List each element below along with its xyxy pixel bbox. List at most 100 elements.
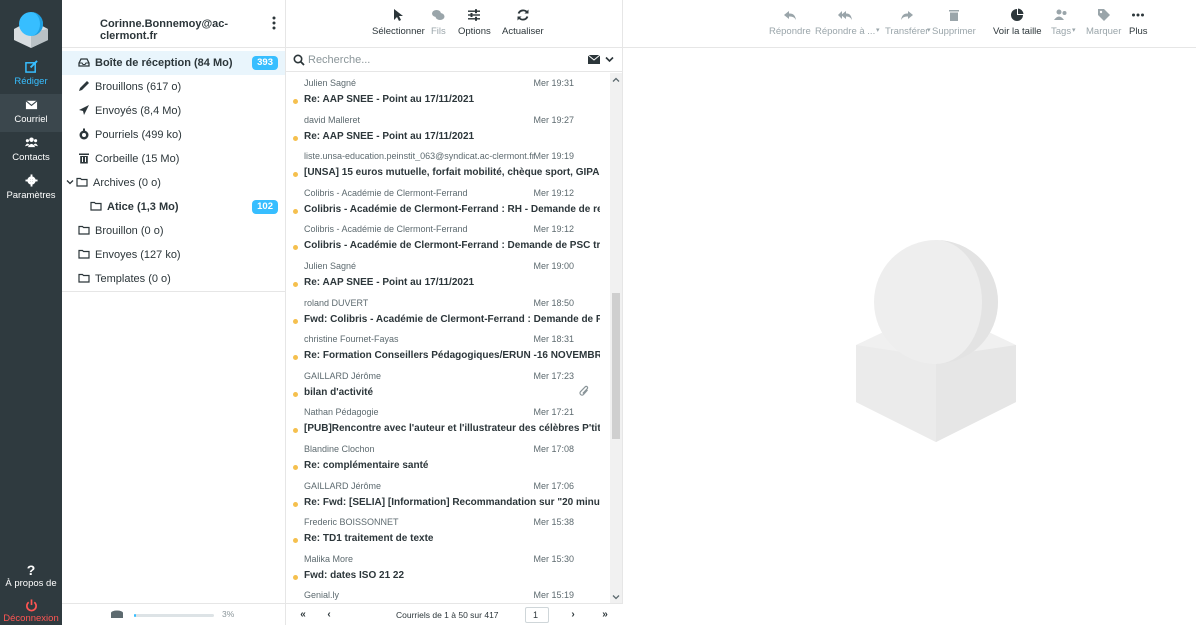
message-sender: Nathan Pédagogie <box>304 407 379 418</box>
folder-label: Boîte de réception (84 Mo) <box>95 57 233 69</box>
roundcube-watermark-icon <box>856 240 1016 442</box>
message-sender: Colibris - Académie de Clermont-Ferrand <box>304 187 468 198</box>
first-page-button[interactable]: « <box>296 609 310 621</box>
mail-button[interactable]: Courriel <box>0 94 62 132</box>
message-row[interactable]: christine Fournet-Fayas Mer 18:31 Re: Form… <box>286 329 610 366</box>
kebab-menu-icon[interactable] <box>271 16 277 30</box>
folder-label: Corbeille (15 Mo) <box>95 153 180 165</box>
spam-icon <box>79 128 89 140</box>
mark-label: Marquer <box>1086 26 1122 37</box>
message-row[interactable]: GAILLARD Jérôme Mer 17:06 Re: Fwd: [SELIA]… <box>286 476 610 513</box>
message-date: Mer 17:08 <box>533 443 574 454</box>
compose-button[interactable]: Rédiger <box>0 56 62 94</box>
folder-brouillon[interactable]: Brouillon (0 o) <box>62 219 285 243</box>
pencil-icon <box>79 81 89 91</box>
next-page-button[interactable]: › <box>566 609 580 621</box>
folder-envoyes[interactable]: Envoyes (127 ko) <box>62 243 285 267</box>
message-date: Mer 15:19 <box>533 590 574 601</box>
message-row[interactable]: liste.unsa-education.peinstit_063@syndic… <box>286 146 610 183</box>
options-label: Options <box>458 26 491 37</box>
logout-button[interactable]: Déconnexion <box>0 598 62 625</box>
scroll-up-icon[interactable] <box>612 76 620 84</box>
message-date: Mer 17:23 <box>533 370 574 381</box>
select-button[interactable]: Sélectionner <box>372 4 425 37</box>
storage-icon <box>111 610 123 618</box>
view-size-label: Voir la taille <box>993 26 1042 37</box>
folder-spam[interactable]: Pourriels (499 ko) <box>62 123 285 147</box>
folder-drafts[interactable]: Brouillons (617 o) <box>62 75 285 99</box>
cursor-icon <box>394 9 404 21</box>
message-row[interactable]: Malika More Mer 15:30 Fwd: dates ISO 21 22 <box>286 549 610 586</box>
reply-all-dropdown-icon[interactable]: ▾ <box>876 26 880 34</box>
contacts-button[interactable]: Contacts <box>0 132 62 170</box>
reply-button[interactable]: Répondre <box>769 4 811 37</box>
search-bar <box>286 48 622 72</box>
users-icon <box>24 137 38 148</box>
forward-button[interactable]: Transférer <box>885 4 928 37</box>
message-sender: GAILLARD Jérôme <box>304 480 382 491</box>
unread-dot-icon <box>293 99 298 104</box>
chevron-down-icon[interactable] <box>66 176 74 188</box>
unread-badge: 393 <box>252 56 278 70</box>
refresh-button[interactable]: Actualiser <box>502 4 544 37</box>
folder-templates[interactable]: Templates (0 o) <box>62 267 285 291</box>
tags-dropdown-icon[interactable]: ▾ <box>1072 26 1076 34</box>
message-row[interactable]: Frederic BOISSONNET Mer 15:38 Re: TD1 trai… <box>286 512 610 549</box>
main-navigation: Rédiger Courriel Contacts Paramètres ? À… <box>0 0 62 625</box>
message-row[interactable]: Nathan Pédagogie Mer 17:21 [PUB]Rencontre … <box>286 402 610 439</box>
folder-label: Archives (0 o) <box>93 177 161 189</box>
paper-plane-icon <box>79 105 89 115</box>
more-button[interactable]: Plus <box>1129 4 1147 37</box>
threads-button[interactable]: Fils <box>431 4 446 37</box>
tags-button[interactable]: Tags <box>1051 4 1071 37</box>
message-row[interactable]: GAILLARD Jérôme Mer 17:23 bilan d'activité <box>286 366 610 403</box>
message-row[interactable]: roland DUVERT Mer 18:50 Fwd: Colibris - Ac… <box>286 293 610 330</box>
options-button[interactable]: Options <box>458 4 491 37</box>
page-number-input[interactable] <box>525 607 549 623</box>
message-row[interactable]: Colibris - Académie de Clermont-Ferrand M… <box>286 183 610 220</box>
quota-bar <box>134 614 214 617</box>
forward-dropdown-icon[interactable]: ▾ <box>927 26 931 34</box>
delete-button[interactable]: Supprimer <box>932 4 976 37</box>
message-row[interactable]: Julien Sagné Mer 19:00 Re: AAP SNEE - Poin… <box>286 256 610 293</box>
message-subject: Colibris - Académie de Clermont-Ferrand … <box>304 203 600 215</box>
search-input[interactable] <box>308 51 568 69</box>
message-list-scrollbar[interactable] <box>610 73 622 604</box>
message-sender: david Malleret <box>304 114 361 125</box>
folder-archives[interactable]: Archives (0 o) <box>62 171 285 195</box>
contacts-label: Contacts <box>12 152 50 163</box>
settings-button[interactable]: Paramètres <box>0 170 62 208</box>
folder-atice[interactable]: Atice (1,3 Mo) 102 <box>62 195 285 219</box>
envelope-filter-icon[interactable] <box>588 55 600 64</box>
reply-all-button[interactable]: Répondre à ... <box>815 4 875 37</box>
message-subject: [PUB]Rencontre avec l'auteur et l'illust… <box>304 423 600 435</box>
message-row[interactable]: Julien Sagné Mer 19:31 Re: AAP SNEE - Poin… <box>286 73 610 110</box>
about-button[interactable]: ? À propos de <box>0 562 62 592</box>
scroll-down-icon[interactable] <box>612 593 620 601</box>
scrollbar-thumb[interactable] <box>612 293 620 439</box>
roundcube-logo-icon <box>14 12 48 48</box>
folder-pane: Corinne.Bonnemoy@ac-clermont.fr Boîte de… <box>62 0 286 625</box>
folder-label: Atice (1,3 Mo) <box>107 201 179 213</box>
unread-dot-icon <box>293 574 298 580</box>
message-row[interactable]: Blandine Clochon Mer 17:08 Re: complémenta… <box>286 439 610 476</box>
message-subject: [UNSA] 15 euros mutuelle, forfait mobili… <box>304 167 600 179</box>
select-label: Sélectionner <box>372 26 425 37</box>
folder-icon <box>78 225 90 235</box>
message-row[interactable]: Genial.ly Mer 15:19 <box>286 585 610 604</box>
mark-button[interactable]: Marquer <box>1086 4 1121 37</box>
view-size-button[interactable]: Voir la taille <box>993 4 1042 37</box>
message-row[interactable]: Colibris - Académie de Clermont-Ferrand M… <box>286 219 610 256</box>
folder-inbox[interactable]: Boîte de réception (84 Mo) 393 <box>62 51 285 75</box>
pie-chart-icon <box>1011 8 1024 21</box>
previous-page-button[interactable]: ‹ <box>322 609 336 621</box>
settings-label: Paramètres <box>6 190 56 201</box>
reading-pane: Répondre Répondre à ... ▾ Transférer ▾ S… <box>623 0 1196 625</box>
folder-trash[interactable]: Corbeille (15 Mo) <box>62 147 285 171</box>
message-row[interactable]: david Malleret Mer 19:27 Re: AAP SNEE - Po… <box>286 110 610 147</box>
message-date: Mer 19:27 <box>533 114 574 125</box>
reply-icon <box>783 11 796 20</box>
chevron-down-icon[interactable] <box>605 56 614 63</box>
folder-sent[interactable]: Envoyés (8,4 Mo) <box>62 99 285 123</box>
last-page-button[interactable]: » <box>598 609 612 621</box>
